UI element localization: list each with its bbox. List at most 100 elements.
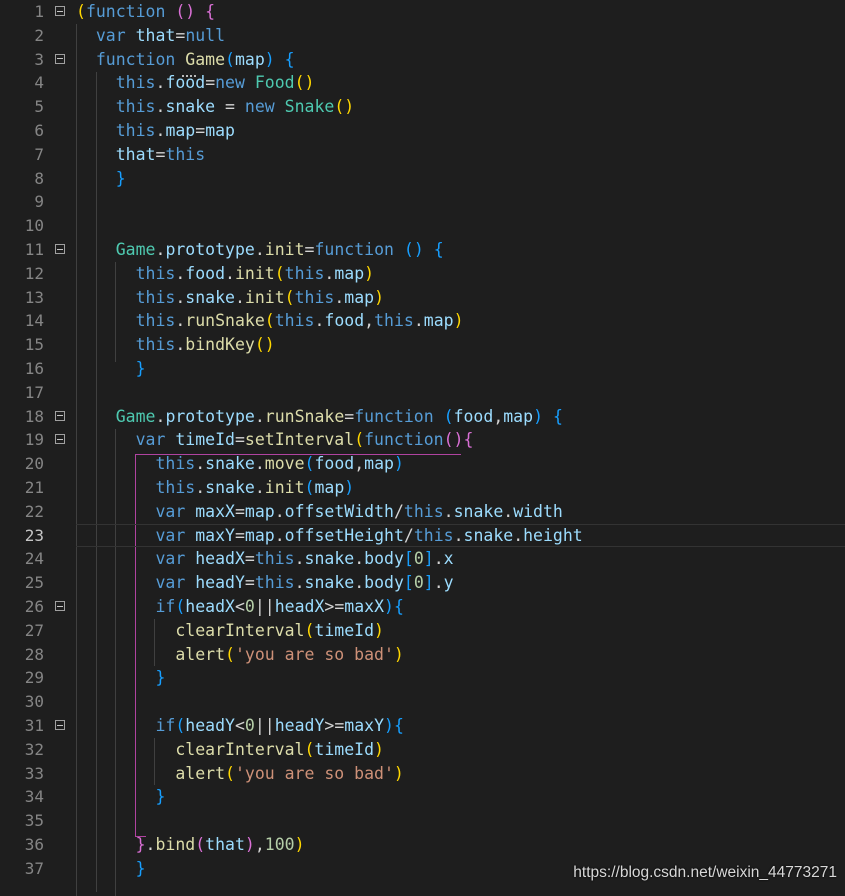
code-line[interactable]: 22 var maxX=map.offsetWidth/this.snake.w… — [0, 500, 845, 524]
line-number: 24 — [24, 549, 44, 569]
code-token: } — [155, 668, 166, 688]
code-token: snake — [453, 501, 504, 521]
code-line[interactable]: 9 — [0, 190, 845, 214]
code-line[interactable]: 29 } — [0, 666, 845, 690]
fold-toggle-icon[interactable] — [55, 244, 65, 254]
code-line[interactable]: 16 } — [0, 357, 845, 381]
code-token: >= — [324, 716, 345, 735]
code-token: = — [304, 240, 315, 259]
code-line[interactable]: 21 this.snake.init(map) — [0, 476, 845, 500]
code-line[interactable]: 7 that=this — [0, 143, 845, 167]
code-token: Game — [185, 49, 226, 69]
code-token: headX — [185, 597, 235, 616]
code-line[interactable]: 32 clearInterval(timeId) — [0, 738, 845, 762]
code-line[interactable]: 30 — [0, 690, 845, 714]
code-line[interactable]: 20 this.snake.move(food,map) — [0, 452, 845, 476]
code-text: alert('you are so bad') — [76, 643, 404, 667]
code-line[interactable]: 8 } — [0, 167, 845, 191]
code-token: = — [234, 430, 245, 450]
code-line[interactable]: 33 alert('you are so bad') — [0, 762, 845, 786]
code-token: food — [165, 73, 206, 93]
code-line[interactable]: 26 if(headX<0||headX>=maxX){ — [0, 595, 845, 619]
code-line[interactable]: 10 — [0, 214, 845, 238]
fold-toggle-icon[interactable] — [55, 6, 65, 16]
code-token: this — [135, 335, 176, 355]
code-token: . — [225, 263, 235, 283]
code-token: var — [155, 573, 186, 593]
code-line[interactable]: 14 this.runSnake(this.food,this.map) — [0, 309, 845, 333]
line-number: 29 — [24, 668, 44, 688]
code-token: ) — [294, 835, 305, 854]
line-number: 16 — [24, 359, 44, 378]
code-token: ) — [384, 716, 394, 735]
code-token: headX — [195, 549, 245, 569]
code-line[interactable]: 4 this.food=new Food() — [0, 71, 845, 95]
code-line[interactable]: 11 Game.prototype.init=function () { — [0, 238, 845, 262]
code-line[interactable]: 31 if(headY<0||headY>=maxY){ — [0, 714, 845, 738]
fold-toggle-icon[interactable] — [55, 410, 65, 421]
line-number: 4 — [34, 73, 44, 93]
code-text: Game.prototype.init=function () { — [76, 238, 444, 262]
code-token: that — [115, 144, 156, 164]
code-line[interactable]: 5 this.snake = new Snake() — [0, 95, 845, 119]
code-line[interactable]: 6 this.map=map — [0, 119, 845, 143]
code-line[interactable]: 1 (function () { — [0, 0, 845, 24]
code-token: } — [155, 787, 166, 807]
code-token: , — [364, 311, 375, 331]
code-token: ( — [76, 2, 86, 21]
code-line[interactable]: 24 var headX=this.snake.body[0].x — [0, 547, 845, 571]
code-token: map — [244, 525, 275, 545]
code-token: 0 — [413, 549, 424, 569]
watermark: https://blog.csdn.net/weixin_44773271 — [573, 864, 837, 881]
code-line[interactable]: 15 this.bindKey() — [0, 333, 845, 357]
fold-toggle-icon[interactable] — [55, 53, 65, 64]
code-line[interactable]: 18 Game.prototype.runSnake=function (foo… — [0, 405, 845, 429]
code-token: this — [155, 454, 196, 474]
code-line[interactable]: 27 clearInterval(timeId) — [0, 619, 845, 643]
fold-toggle-icon[interactable] — [55, 720, 65, 730]
code-token: / — [393, 501, 404, 521]
code-line[interactable]: 12 this.food.init(this.map) — [0, 262, 845, 286]
code-line[interactable]: 2 var that=null — [0, 24, 845, 48]
code-line[interactable]: 17 — [0, 381, 845, 405]
code-token: map — [364, 454, 394, 474]
code-token: ( — [195, 835, 206, 854]
code-line[interactable]: 13 this.snake.init(this.map) — [0, 286, 845, 310]
code-text: } — [76, 357, 146, 381]
code-token: map — [205, 121, 235, 140]
code-token: ( — [225, 763, 235, 783]
code-line[interactable]: 34 } — [0, 785, 845, 809]
code-line[interactable]: 23 var maxY=map.offsetHeight/this.snake.… — [0, 523, 845, 548]
code-token: map — [165, 121, 196, 140]
code-token: food — [314, 454, 355, 474]
code-token: if — [155, 597, 176, 616]
code-line[interactable]: 28 alert('you are so bad') — [0, 643, 845, 667]
fold-toggle-icon[interactable] — [55, 434, 65, 445]
code-token: new — [215, 73, 245, 93]
code-editor[interactable]: 1 (function () {2 var that=null 3 function… — [0, 0, 845, 896]
code-token: . — [513, 525, 524, 545]
code-line[interactable]: 3 function Game(map) { — [0, 48, 845, 72]
code-token: clearInterval — [175, 739, 305, 759]
code-line[interactable]: 36 }.bind(that),100) — [0, 833, 845, 857]
line-number: 23 — [24, 525, 44, 545]
fold-toggle-icon[interactable] — [55, 601, 65, 611]
code-text: this.bindKey() — [76, 333, 275, 357]
code-token: ] — [423, 573, 434, 593]
code-token: this — [135, 287, 176, 307]
code-token: headY — [274, 716, 325, 735]
code-line[interactable]: 25 var headY=this.snake.body[0].y — [0, 571, 845, 595]
code-line[interactable]: 19 var timeId=setInterval(function(){ — [0, 428, 845, 452]
code-line[interactable]: 35 — [0, 809, 845, 833]
